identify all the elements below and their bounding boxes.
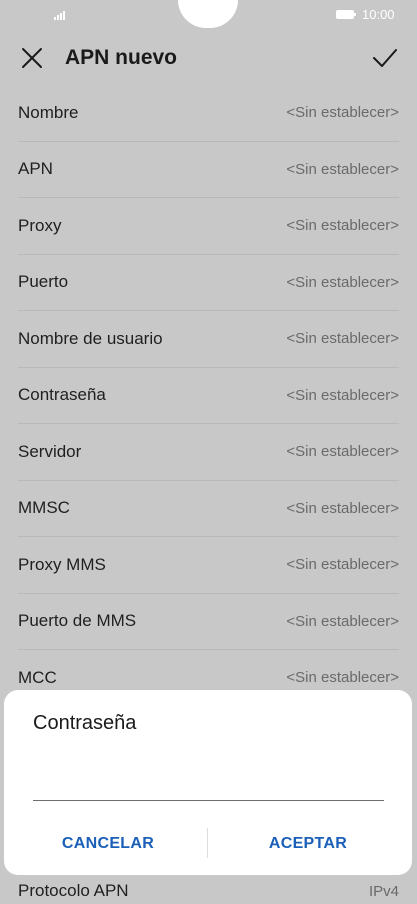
setting-row-apn[interactable]: APN <Sin establecer> <box>18 142 399 198</box>
status-time: 10:00 <box>362 7 395 22</box>
setting-value: <Sin establecer> <box>286 386 399 404</box>
setting-value: <Sin establecer> <box>286 443 399 461</box>
setting-value: <Sin establecer> <box>286 556 399 574</box>
setting-value: <Sin establecer> <box>286 499 399 517</box>
setting-label: Servidor <box>18 441 82 461</box>
page-title: APN nuevo <box>65 46 178 69</box>
setting-value: IPv4 <box>368 882 399 900</box>
setting-row-nombre-de-usuario[interactable]: Nombre de usuario <Sin establecer> <box>18 311 399 368</box>
dialog-title: Contraseña <box>33 712 137 734</box>
setting-label: Protocolo APN <box>18 881 129 900</box>
setting-row-nombre[interactable]: Nombre <Sin establecer> <box>18 85 399 142</box>
signal-icon <box>54 11 65 20</box>
setting-row-proxy-mms[interactable]: Proxy MMS <Sin establecer> <box>18 537 399 594</box>
setting-row-proxy[interactable]: Proxy <Sin establecer> <box>18 198 399 255</box>
setting-label: Nombre <box>18 102 79 122</box>
setting-label: Proxy MMS <box>18 554 106 574</box>
setting-label: Puerto <box>18 272 69 292</box>
setting-row-protocolo-apn[interactable]: Protocolo APN IPv4 <box>18 878 399 904</box>
setting-row-puerto-de-mms[interactable]: Puerto de MMS <Sin establecer> <box>18 594 399 650</box>
setting-row-puerto[interactable]: Puerto <Sin establecer> <box>18 255 399 311</box>
battery-icon <box>336 10 356 19</box>
setting-value: <Sin establecer> <box>286 160 399 178</box>
setting-value: <Sin establecer> <box>286 273 399 291</box>
setting-label: Puerto de MMS <box>18 611 137 631</box>
password-dialog: Contraseña CANCELAR ACEPTAR <box>4 690 412 875</box>
setting-row-mmsc[interactable]: MMSC <Sin establecer> <box>18 481 399 537</box>
apn-settings-list: Nombre <Sin establecer> APN <Sin estable… <box>0 85 417 706</box>
password-input[interactable] <box>33 762 384 801</box>
setting-row-servidor[interactable]: Servidor <Sin establecer> <box>18 424 399 481</box>
status-bar: 10:00 <box>0 0 417 30</box>
close-icon[interactable] <box>20 46 44 70</box>
accept-button[interactable]: ACEPTAR <box>218 824 398 864</box>
setting-value: <Sin establecer> <box>286 330 399 348</box>
setting-label: MMSC <box>18 498 70 518</box>
app-bar: APN nuevo <box>0 30 417 85</box>
setting-row-contrasena[interactable]: Contraseña <Sin establecer> <box>18 368 399 424</box>
setting-label: Nombre de usuario <box>18 328 163 348</box>
camera-notch <box>178 0 238 28</box>
setting-value: <Sin establecer> <box>286 217 399 235</box>
setting-value: <Sin establecer> <box>286 669 399 687</box>
setting-value: <Sin establecer> <box>286 104 399 122</box>
cancel-button[interactable]: CANCELAR <box>18 824 198 864</box>
check-icon[interactable] <box>371 45 399 71</box>
setting-label: MCC <box>18 667 57 687</box>
setting-value: <Sin establecer> <box>286 612 399 630</box>
setting-label: Contraseña <box>18 385 106 405</box>
button-divider <box>207 828 208 858</box>
setting-label: Proxy <box>18 215 62 235</box>
setting-label: APN <box>18 159 53 179</box>
